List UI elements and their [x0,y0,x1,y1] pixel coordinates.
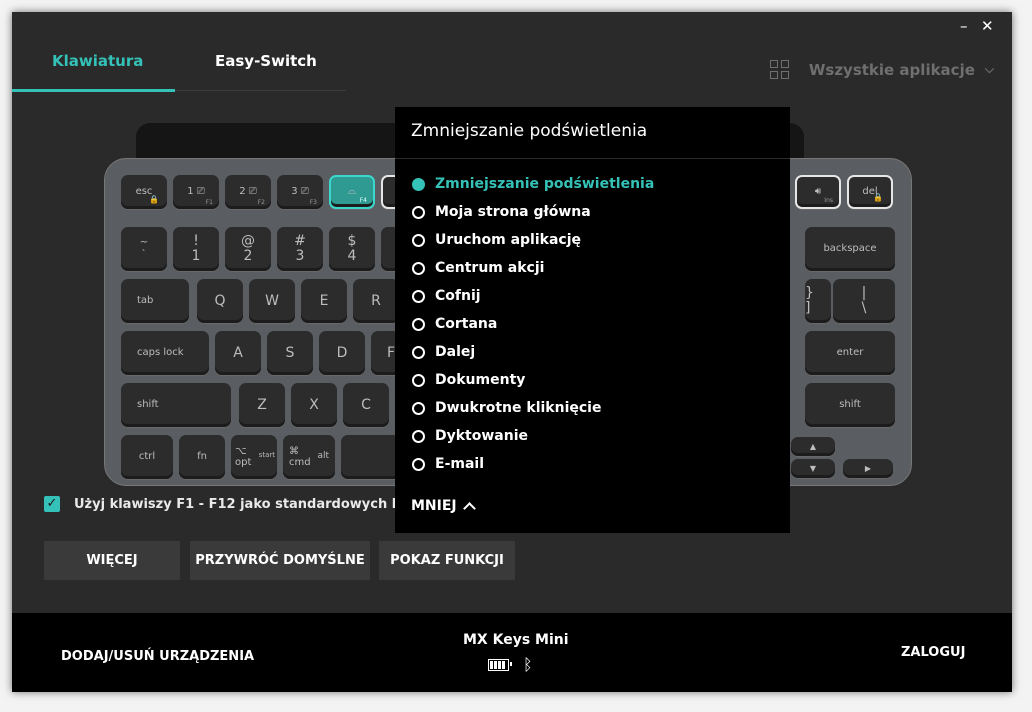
key-a[interactable]: A [215,331,261,375]
key-1[interactable]: ! 1 [173,227,219,271]
key-caps-lock[interactable]: caps lock [121,331,209,375]
radio-selected-icon [412,177,425,191]
dropdown-title: Zmniejszanie podświetlenia [411,121,648,141]
key-bracket[interactable]: }] [805,279,831,323]
key-opt[interactable]: ⌥ opt start [231,435,277,479]
lock-icon: 🔒 [149,195,159,204]
radio-icon [412,205,425,219]
key-f1[interactable]: 1 ⎚ F1 [173,175,219,209]
option-dwukrotne-klikniecie[interactable]: Dwukrotne kliknięcie [412,400,601,416]
key-del[interactable]: del 🔒 [847,175,893,209]
device-icon: ⎚ [248,186,257,197]
option-zmniejszanie-podswietlenia[interactable]: Zmniejszanie podświetlenia [412,176,654,192]
key-arrow-down[interactable]: ▼ [791,459,835,478]
key-e[interactable]: E [301,279,347,323]
app-selector-label: Wszystkie aplikacje [808,60,975,79]
device-icon: ⎚ [196,186,205,197]
login-button[interactable]: ZALOGUJ [901,645,965,660]
minimize-button[interactable]: – [960,16,968,36]
show-functions-button[interactable]: POKAZ FUNKCJI [379,541,515,580]
restore-defaults-button[interactable]: PRZYWRÓĆ DOMYŚLNE [190,541,370,580]
key-c[interactable]: C [343,383,389,427]
option-centrum-akcji[interactable]: Centrum akcji [412,260,544,276]
radio-icon [412,373,425,387]
fkeys-checkbox-row[interactable]: ✓ Użyj klawiszy F1 - F12 jako standardow… [44,496,438,512]
key-x[interactable]: X [291,383,337,427]
key-tilde[interactable]: ~ ` [121,227,167,271]
device-status: ᛒ [488,655,533,674]
radio-icon [412,457,425,471]
key-shift-left[interactable]: shift [121,383,231,427]
fkeys-checkbox-label: Użyj klawiszy F1 - F12 jako standardowyc… [74,496,438,512]
option-dokumenty[interactable]: Dokumenty [412,372,525,388]
option-cortana[interactable]: Cortana [412,316,497,332]
key-4[interactable]: $4 [329,227,375,271]
key-fn[interactable]: fn [179,435,225,479]
key-cmd[interactable]: ⌘ cmd alt [283,435,335,479]
key-2[interactable]: @2 [225,227,271,271]
radio-icon [412,401,425,415]
option-cofnij[interactable]: Cofnij [412,288,481,304]
app-selector[interactable]: Wszystkie aplikacje ⌵ [769,60,994,79]
device-icon: ⎚ [300,186,309,197]
key-ctrl[interactable]: ctrl [121,435,173,479]
radio-icon [412,429,425,443]
close-button[interactable]: ✕ [981,16,994,36]
active-tab-indicator [12,89,175,92]
key-f4-backlight-down[interactable]: ⌓ F4 [329,175,375,209]
key-enter[interactable]: enter [805,331,895,375]
bluetooth-icon: ᛒ [523,655,533,674]
show-less-button[interactable]: MNIEJ [411,498,476,515]
key-f3[interactable]: 3 ⎚ F3 [277,175,323,209]
app-window: – ✕ Klawiatura Easy-Switch Wszystkie apl… [12,12,1012,692]
chevron-up-icon [462,502,476,515]
more-button[interactable]: WIĘCEJ [44,541,180,580]
grid-icon [769,60,789,79]
key-q[interactable]: Q [197,279,243,323]
fkeys-checkbox[interactable]: ✓ [44,496,60,512]
tab-klawiatura[interactable]: Klawiatura [52,52,143,70]
key-backspace[interactable]: backspace [805,227,895,271]
add-remove-devices-button[interactable]: DODAJ/USUŃ URZĄDZENIA [61,649,254,664]
lock-icon: 🔒 [873,193,883,202]
radio-icon [412,233,425,247]
footer-bar: DODAJ/USUŃ URZĄDZENIA MX Keys Mini ᛒ ZAL… [12,613,1012,692]
key-arrow-up[interactable]: ▲ [791,437,835,456]
option-uruchom-aplikacje[interactable]: Uruchom aplikację [412,232,581,248]
device-name[interactable]: MX Keys Mini [463,632,569,648]
option-dyktowanie[interactable]: Dyktowanie [412,428,528,444]
key-shift-right[interactable]: shift [805,383,895,427]
radio-icon [412,317,425,331]
option-e-mail[interactable]: E-mail [412,456,484,472]
action-dropdown: Zmniejszanie podświetlenia Zmniejszanie … [395,107,790,533]
checkmark-icon: ✓ [46,496,58,511]
option-moja-strona-glowna[interactable]: Moja strona główna [412,204,591,220]
radio-icon [412,289,425,303]
key-esc[interactable]: esc 🔒 [121,175,167,209]
key-3[interactable]: #3 [277,227,323,271]
key-f2[interactable]: 2 ⎚ F2 [225,175,271,209]
radio-icon [412,345,425,359]
option-dalej[interactable]: Dalej [412,344,475,360]
radio-icon [412,261,425,275]
key-s[interactable]: S [267,331,313,375]
battery-icon [488,658,512,671]
key-r[interactable]: R [353,279,399,323]
key-d[interactable]: D [319,331,365,375]
key-w[interactable]: W [249,279,295,323]
key-arrow-right[interactable]: ▶ [843,459,893,478]
dropdown-divider [395,158,790,159]
key-backslash[interactable]: | \ [833,279,895,323]
chevron-down-icon: ⌵ [984,62,994,76]
tab-easy-switch[interactable]: Easy-Switch [215,52,317,70]
key-z[interactable]: Z [239,383,285,427]
key-volume-up[interactable]: 🔊︎ Ins [795,175,841,209]
key-tab[interactable]: tab [121,279,189,323]
